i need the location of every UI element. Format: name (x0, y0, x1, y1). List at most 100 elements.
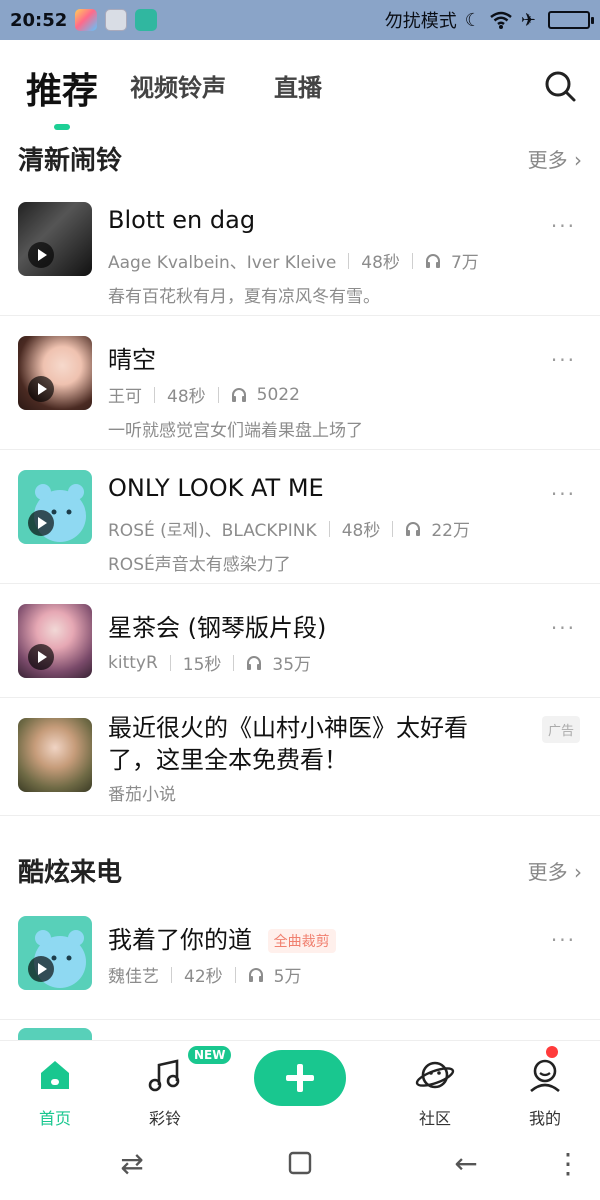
airplane-icon: ✈ (520, 9, 536, 31)
song-plays: 5万 (273, 967, 302, 987)
new-badge: NEW (188, 1046, 232, 1064)
bear-illustration (34, 484, 86, 542)
tab-live-label: 直播 (274, 74, 322, 102)
nav-community[interactable]: 社区 (395, 1055, 475, 1129)
menu-icon[interactable]: ⋮ (548, 1146, 588, 1180)
song-title: Blott en dag (108, 206, 256, 234)
song-title: 星茶会 (钢琴版片段) (108, 614, 327, 642)
ad-item[interactable]: 最近很火的《山村小神医》太好看 了，这里全本免费看！ 番茄小说 广告 (0, 702, 600, 816)
section-title: 酷炫来电 (18, 858, 123, 888)
home-icon (41, 1061, 69, 1089)
play-icon[interactable] (28, 644, 54, 670)
divider (328, 520, 330, 537)
full-cut-badge: 全曲裁剪 (267, 929, 336, 953)
divider (171, 966, 172, 983)
song-title: 我着了你的道 全曲裁剪 (108, 920, 336, 955)
usb-icon (135, 9, 158, 31)
nav-home[interactable]: 首页 (15, 1055, 95, 1129)
song-duration: 48秒 (361, 253, 400, 273)
list-item[interactable]: Blott en dag Aage Kvalbein、Iver Kleive 4… (0, 186, 600, 316)
more-link[interactable]: 更多 › (528, 144, 582, 173)
more-options-icon[interactable]: ··· (551, 348, 576, 372)
play-icon[interactable] (28, 242, 54, 268)
section-title: 清新闹铃 (18, 146, 123, 176)
album-cover[interactable] (18, 202, 92, 276)
nav-me[interactable]: 我的 (505, 1055, 585, 1129)
tab-active-indicator (54, 124, 70, 130)
ad-image[interactable] (18, 718, 92, 792)
square-icon (288, 1151, 312, 1175)
home-square-icon[interactable] (280, 1146, 320, 1180)
album-cover[interactable] (18, 916, 92, 990)
more-options-icon[interactable]: ··· (551, 928, 576, 952)
more-link[interactable]: 更多 › (528, 856, 582, 885)
user-icon (530, 1059, 560, 1093)
back-icon[interactable]: ← (446, 1146, 486, 1180)
song-title: ONLY LOOK AT ME (108, 474, 324, 502)
battery-icon (548, 11, 594, 29)
song-meta: ROSÉ (로제)、BLACKPINK 48秒 22万 (108, 516, 470, 541)
divider (348, 252, 350, 269)
recent-apps-icon[interactable]: ⇄ (112, 1146, 152, 1180)
list-item[interactable]: 我着了你的道 全曲裁剪 魏佳艺 42秒 5万 ··· (0, 900, 600, 1020)
list-item[interactable]: 星茶会 (钢琴版片段) kittyR 15秒 35万 ··· (0, 588, 600, 698)
song-artist: Aage Kvalbein、Iver Kleive (108, 253, 337, 273)
moon-icon: ☾ (464, 9, 481, 31)
status-time: 20:52 (10, 9, 68, 31)
song-plays: 22万 (431, 521, 470, 541)
tab-live[interactable]: 直播 (274, 68, 322, 103)
notification-dot (546, 1046, 558, 1058)
status-right: 勿扰模式 ☾ ✈ (384, 7, 594, 33)
search-icon[interactable] (542, 68, 578, 104)
headphones-icon (425, 253, 440, 268)
tab-video-ringtone-label: 视频铃声 (130, 74, 226, 102)
tab-video-ringtone[interactable]: 视频铃声 (130, 68, 226, 103)
music-note-icon (148, 1059, 180, 1092)
divider (234, 966, 236, 983)
song-description: 春有百花秋有月，夏有凉风冬有雪。 (108, 287, 380, 307)
bear-illustration (34, 930, 86, 988)
status-bar: 20:52 勿扰模式 ☾ ✈ (0, 0, 600, 40)
tab-recommend[interactable]: 推荐 (26, 62, 98, 130)
song-meta: kittyR 15秒 35万 (108, 650, 312, 676)
song-meta: Aage Kvalbein、Iver Kleive 48秒 7万 (108, 248, 479, 273)
song-meta: 王可 48秒 5022 (108, 382, 300, 408)
album-cover[interactable] (18, 336, 92, 410)
section-cool-call: 酷炫来电 更多 › (18, 852, 582, 892)
nav-ringback[interactable]: 彩铃 (125, 1055, 205, 1129)
system-nav: ⇄ ← ⋮ (0, 1126, 600, 1200)
song-artist: ROSÉ (로제)、BLACKPINK (108, 521, 317, 541)
next-item-peek (18, 1028, 92, 1040)
dnd-text: 勿扰模式 (384, 11, 457, 32)
play-icon[interactable] (28, 376, 54, 402)
song-title: 晴空 (108, 346, 156, 374)
headphones-icon (247, 655, 262, 670)
more-options-icon[interactable]: ··· (551, 214, 576, 238)
list-item[interactable]: 晴空 王可 48秒 5022 一听就感觉宫女们端着果盘上场了 ··· (0, 320, 600, 450)
ad-title-line: 了，这里全本免费看！ (108, 746, 348, 774)
divider (154, 386, 155, 403)
song-meta: 魏佳艺 42秒 5万 (108, 962, 301, 987)
song-plays: 35万 (272, 655, 312, 675)
more-options-icon[interactable]: ··· (551, 616, 576, 640)
list-item[interactable]: ONLY LOOK AT ME ROSÉ (로제)、BLACKPINK 48秒 … (0, 454, 600, 584)
song-description: ROSÉ声音太有感染力了 (108, 555, 291, 575)
play-icon[interactable] (28, 510, 54, 536)
song-plays: 5022 (256, 384, 300, 405)
divider (217, 386, 219, 403)
ad-source: 番茄小说 (108, 785, 176, 805)
album-cover[interactable] (18, 470, 92, 544)
more-options-icon[interactable]: ··· (551, 482, 576, 506)
section-fresh-alarm: 清新闹铃 更多 › (18, 140, 582, 180)
song-duration: 42秒 (184, 967, 223, 987)
wifi-icon (490, 11, 512, 29)
song-artist: 王可 (108, 387, 142, 407)
headphones-icon (406, 521, 421, 536)
divider (169, 654, 171, 671)
album-cover[interactable] (18, 604, 92, 678)
add-button[interactable] (254, 1050, 346, 1106)
ad-title-line: 最近很火的《山村小神医》太好看 (108, 714, 468, 742)
play-icon[interactable] (28, 956, 54, 982)
song-duration: 48秒 (167, 387, 206, 407)
song-artist: kittyR (108, 652, 158, 673)
